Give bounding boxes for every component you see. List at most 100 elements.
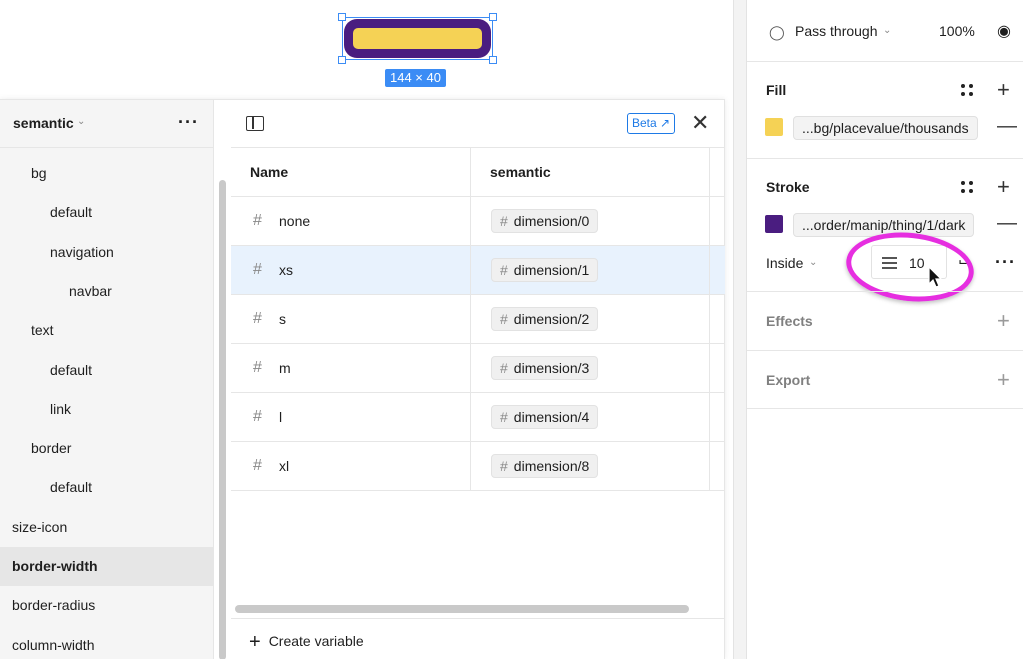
group-item[interactable]: link [0,390,214,429]
collection-selector[interactable]: semantic [13,115,74,131]
number-variable-icon: # [253,261,262,278]
mouse-cursor-icon [928,266,943,288]
number-variable-icon: # [253,310,262,327]
sidebar-scrollbar[interactable] [219,180,226,659]
table-row[interactable]: # xs # dimension/1 [231,246,725,295]
remove-stroke-icon[interactable]: — [997,212,1017,235]
column-header-mode[interactable]: semantic [471,148,709,197]
fill-color-swatch[interactable] [765,118,783,136]
number-variable-icon: # [500,458,508,474]
group-item[interactable]: navbar [0,272,214,311]
create-variable-label: Create variable [268,633,364,649]
table-toolbar: Beta ↗ ✕ [231,100,725,148]
horizontal-scrollbar[interactable] [235,605,689,613]
number-variable-icon: # [253,457,262,474]
alias-pill[interactable]: # dimension/0 [491,209,599,233]
number-variable-icon: # [500,360,508,376]
alias-value: dimension/8 [513,458,590,474]
variable-name[interactable]: m [279,360,291,376]
effects-title: Effects [766,313,813,329]
export-title: Export [766,372,811,388]
stroke-position-select[interactable]: Inside [766,255,803,271]
group-item[interactable]: default [0,193,214,232]
table-row[interactable]: # s # dimension/2 [231,295,725,344]
table-row[interactable]: # m # dimension/3 [231,344,725,393]
alias-pill[interactable]: # dimension/8 [491,454,599,478]
collection-header: semantic ⌄ ··· [0,100,214,148]
variable-name[interactable]: xl [279,458,289,474]
close-icon[interactable]: ✕ [691,111,709,135]
number-variable-icon: # [500,311,508,327]
variable-name[interactable]: l [279,409,282,425]
remove-fill-icon[interactable]: — [997,115,1017,138]
group-item[interactable]: size-icon [0,508,214,547]
blend-mode-icon: ◯ [769,24,785,40]
number-variable-icon: # [500,262,508,278]
table-row[interactable]: # xl # dimension/8 [231,442,725,491]
section-divider [747,408,1023,409]
group-item[interactable]: column-width [0,626,214,659]
more-options-icon[interactable]: ··· [995,252,1016,273]
number-variable-icon: # [500,409,508,425]
fill-token[interactable]: ...bg/placevalue/thousands [793,116,978,140]
variable-name[interactable]: none [279,213,310,229]
resize-handle-bottom-right[interactable] [489,56,497,64]
resize-handle-top-right[interactable] [489,13,497,21]
add-stroke-icon[interactable]: + [997,176,1010,198]
chevron-down-icon[interactable]: ⌄ [883,25,891,36]
opacity-value[interactable]: 100% [939,23,975,39]
group-item[interactable]: navigation [0,233,214,272]
alias-value: dimension/0 [513,213,590,229]
group-item[interactable]: border-radius [0,586,214,625]
beta-badge[interactable]: Beta ↗ [627,113,676,134]
beta-label: Beta [632,116,657,130]
chevron-down-icon[interactable]: ⌄ [809,257,817,268]
dimension-label: 144 × 40 [385,69,446,87]
variable-name[interactable]: xs [279,262,293,278]
stroke-color-swatch[interactable] [765,215,783,233]
create-variable-button[interactable]: + Create variable [249,631,364,654]
number-variable-icon: # [253,408,262,425]
table-row[interactable]: # l # dimension/4 [231,393,725,442]
variable-name[interactable]: s [279,311,286,327]
add-export-icon[interactable]: + [997,369,1010,391]
external-link-icon: ↗ [660,116,671,130]
sidebar-toggle-icon[interactable] [246,116,264,131]
styles-grid-icon[interactable] [961,181,973,193]
group-item[interactable]: bg [0,154,214,193]
table-row[interactable]: # none # dimension/0 [231,197,725,246]
group-item[interactable]: default [0,468,214,507]
section-divider [747,350,1023,351]
fill-title: Fill [766,82,787,98]
group-item[interactable]: text [0,311,214,350]
add-effect-icon[interactable]: + [997,310,1010,332]
section-divider [747,291,1023,292]
alias-pill[interactable]: # dimension/3 [491,356,599,380]
alias-value: dimension/1 [513,262,590,278]
number-variable-icon: # [253,359,262,376]
group-item[interactable]: border-width [0,547,214,586]
group-item[interactable]: default [0,351,214,390]
more-options-icon[interactable]: ··· [178,112,199,133]
alias-pill[interactable]: # dimension/1 [491,258,599,282]
table-footer: + Create variable [231,618,725,659]
group-item[interactable]: border [0,429,214,468]
stroke-title: Stroke [766,179,810,195]
blend-mode-select[interactable]: Pass through [795,23,878,39]
variables-modal: semantic ⌄ ··· bg default navigation navbar… [0,99,725,659]
column-header-name[interactable]: Name [231,148,470,197]
alias-pill[interactable]: # dimension/4 [491,405,599,429]
eye-icon[interactable]: ◉ [997,21,1011,41]
annotation-highlight-ring [842,226,978,308]
plus-icon: + [249,631,261,653]
alias-value: dimension/2 [513,311,590,327]
add-fill-icon[interactable]: + [997,79,1010,101]
alias-pill[interactable]: # dimension/2 [491,307,599,331]
number-variable-icon: # [253,212,262,229]
section-divider [747,61,1023,62]
resize-handle-bottom-left[interactable] [338,56,346,64]
alias-value: dimension/3 [513,360,590,376]
styles-grid-icon[interactable] [961,84,973,96]
chevron-down-icon[interactable]: ⌄ [77,116,85,127]
resize-handle-top-left[interactable] [338,13,346,21]
